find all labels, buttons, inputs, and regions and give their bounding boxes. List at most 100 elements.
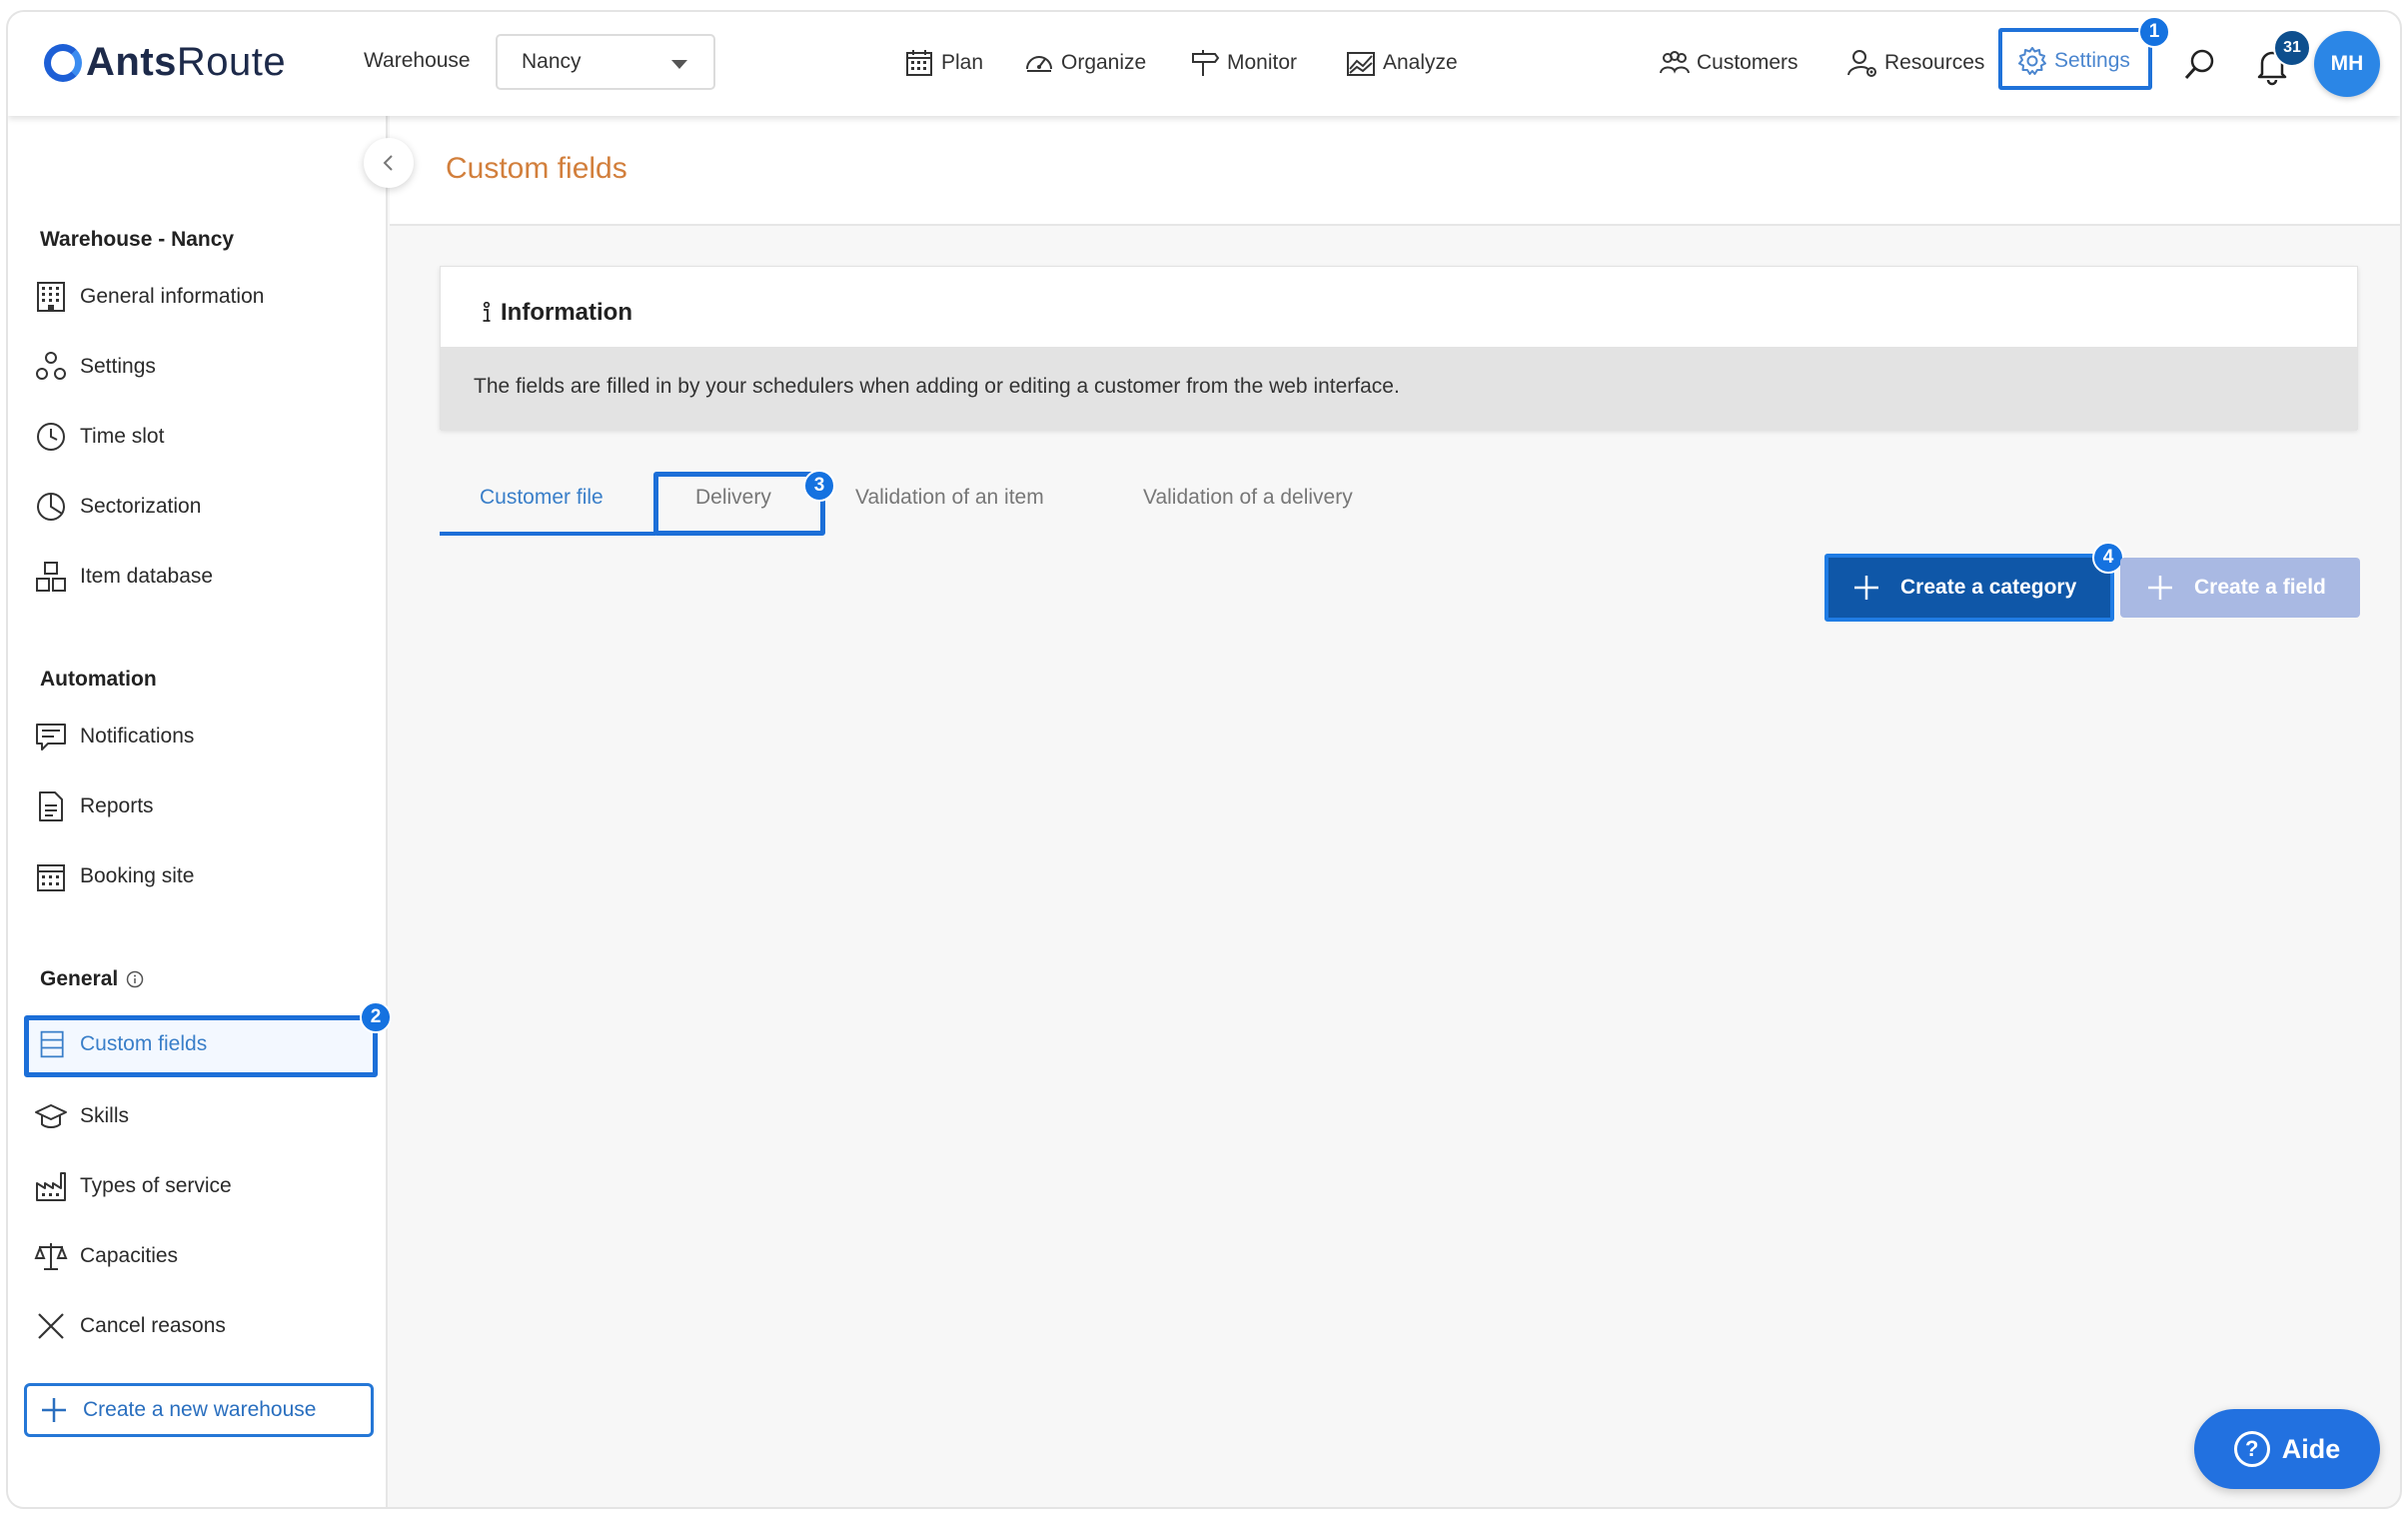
sidebar-item-label: Skills bbox=[80, 1104, 130, 1127]
sidebar-item-skills[interactable]: Skills bbox=[34, 1099, 129, 1133]
sidebar-item-label: Types of service bbox=[80, 1174, 232, 1197]
collapse-sidebar-button[interactable] bbox=[364, 138, 414, 188]
app-window: AntsRoute Warehouse Nancy Plan Organize … bbox=[6, 10, 2402, 1509]
logo-text-bold: Ants bbox=[86, 40, 177, 84]
search-icon bbox=[2184, 49, 2214, 80]
nav-resources[interactable]: Resources bbox=[1846, 47, 1984, 79]
signpost-icon bbox=[1192, 50, 1220, 76]
sidebar-item-settings[interactable]: Settings bbox=[34, 350, 156, 384]
sidebar-item-types-of-service[interactable]: Types of service bbox=[34, 1169, 232, 1203]
warehouse-select-value: Nancy bbox=[522, 50, 582, 73]
logo-text-rest: Route bbox=[176, 40, 287, 84]
sidebar-item-label: Sectorization bbox=[80, 495, 202, 518]
sidebar-item-booking-site[interactable]: Booking site bbox=[34, 859, 194, 893]
sidebar-item-capacities[interactable]: Capacities bbox=[34, 1239, 178, 1273]
help-button-label: Aide bbox=[2281, 1433, 2341, 1464]
tab-validation-of-an-item[interactable]: Validation of an item bbox=[855, 486, 1044, 510]
tab-customer-file[interactable]: Customer file bbox=[480, 486, 603, 510]
nav-monitor-label: Monitor bbox=[1227, 51, 1298, 74]
tab-validation-of-a-delivery[interactable]: Validation of a delivery bbox=[1143, 486, 1353, 510]
sidebar-section-general: General bbox=[40, 967, 144, 991]
sidebar-item-time-slot[interactable]: Time slot bbox=[34, 420, 164, 454]
info-circle-icon[interactable] bbox=[126, 970, 144, 988]
nav-settings-label: Settings bbox=[2054, 49, 2130, 72]
sidebar-item-cancel-reasons[interactable]: Cancel reasons bbox=[34, 1309, 226, 1343]
create-new-warehouse-label: Create a new warehouse bbox=[83, 1398, 317, 1421]
factory-icon bbox=[36, 1172, 66, 1201]
logo-icon bbox=[44, 43, 82, 82]
sidebar-item-notifications[interactable]: Notifications bbox=[34, 720, 194, 754]
nav-settings[interactable]: Settings bbox=[2016, 45, 2130, 77]
warehouse-select[interactable]: Nancy bbox=[496, 34, 715, 90]
users-icon bbox=[1660, 51, 1690, 74]
sidebar-item-item-database[interactable]: Item database bbox=[34, 560, 213, 594]
page-header: Custom fields bbox=[390, 116, 2400, 226]
nav-resources-label: Resources bbox=[1884, 51, 1985, 74]
top-navigation-bar: AntsRoute Warehouse Nancy Plan Organize … bbox=[8, 12, 2400, 116]
sidebar-item-label: General information bbox=[80, 285, 265, 308]
nav-organize[interactable]: Organize bbox=[1023, 47, 1146, 79]
antsroute-logo[interactable]: AntsRoute bbox=[44, 40, 286, 85]
information-heading: Information bbox=[481, 299, 632, 327]
nav-plan[interactable]: Plan bbox=[903, 47, 983, 79]
pie-chart-icon bbox=[37, 493, 65, 521]
create-category-label: Create a category bbox=[1900, 576, 2077, 599]
help-button[interactable]: ? Aide bbox=[2194, 1409, 2380, 1489]
table-rows-icon bbox=[40, 1030, 64, 1058]
sidebar-item-label: Reports bbox=[80, 794, 154, 817]
nav-customers-label: Customers bbox=[1697, 51, 1799, 74]
chevron-left-icon bbox=[383, 155, 393, 171]
sidebar-item-label: Booking site bbox=[80, 864, 195, 887]
sidebar-item-label: Cancel reasons bbox=[80, 1314, 226, 1337]
page-title: Custom fields bbox=[446, 152, 627, 185]
step-badge-3: 3 bbox=[803, 470, 835, 502]
building-icon bbox=[37, 282, 65, 312]
clock-icon bbox=[37, 423, 65, 451]
document-icon bbox=[39, 791, 63, 821]
gears-icon bbox=[36, 352, 66, 380]
sidebar-item-label: Custom fields bbox=[80, 1032, 208, 1055]
sidebar-item-label: Time slot bbox=[80, 425, 165, 448]
information-text: The fields are filled in by your schedul… bbox=[441, 347, 2357, 431]
info-icon bbox=[483, 302, 491, 322]
gear-icon bbox=[2018, 47, 2046, 75]
sidebar-item-reports[interactable]: Reports bbox=[34, 789, 154, 823]
nav-organize-label: Organize bbox=[1061, 51, 1147, 74]
information-card: Information The fields are filled in by … bbox=[440, 266, 2358, 431]
close-icon bbox=[38, 1313, 64, 1339]
sidebar-item-custom-fields[interactable]: Custom fields bbox=[38, 1029, 207, 1059]
nav-monitor[interactable]: Monitor bbox=[1189, 47, 1297, 79]
scale-icon bbox=[34, 1243, 68, 1270]
notification-count-badge: 31 bbox=[2273, 29, 2311, 67]
sidebar-item-label: Item database bbox=[80, 565, 214, 588]
create-field-button[interactable]: Create a field bbox=[2120, 558, 2360, 618]
step-badge-2: 2 bbox=[360, 1001, 392, 1033]
nav-settings-highlight[interactable]: Settings bbox=[1998, 28, 2152, 90]
user-gear-icon bbox=[1847, 50, 1876, 77]
sidebar-section-warehouse: Warehouse - Nancy bbox=[40, 228, 235, 251]
plus-icon bbox=[2148, 576, 2172, 600]
tab-delivery[interactable]: Delivery bbox=[695, 486, 771, 510]
chevron-down-icon bbox=[671, 60, 687, 69]
warehouse-label: Warehouse bbox=[364, 49, 471, 72]
nav-analyze-label: Analyze bbox=[1383, 51, 1458, 74]
create-new-warehouse-button[interactable]: Create a new warehouse bbox=[24, 1383, 374, 1437]
sidebar-item-label: Settings bbox=[80, 355, 156, 378]
user-avatar[interactable]: MH bbox=[2314, 31, 2380, 97]
question-circle-icon: ? bbox=[2233, 1431, 2270, 1467]
sidebar-item-general-information[interactable]: General information bbox=[34, 280, 264, 314]
graduation-cap-icon bbox=[35, 1104, 67, 1128]
nav-analyze[interactable]: Analyze bbox=[1345, 47, 1458, 79]
create-field-label: Create a field bbox=[2194, 576, 2326, 599]
nav-customers[interactable]: Customers bbox=[1659, 47, 1799, 79]
search-button[interactable] bbox=[2182, 46, 2218, 87]
settings-sidebar: Warehouse - Nancy General information Se… bbox=[8, 116, 388, 1507]
step-badge-1: 1 bbox=[2138, 16, 2170, 48]
create-category-button[interactable]: Create a category bbox=[1824, 554, 2114, 622]
chart-line-icon bbox=[1347, 52, 1375, 76]
nav-plan-label: Plan bbox=[941, 51, 984, 74]
sidebar-item-label: Capacities bbox=[80, 1244, 179, 1267]
message-icon bbox=[36, 724, 66, 751]
sidebar-item-sectorization[interactable]: Sectorization bbox=[34, 490, 201, 524]
sidebar-item-label: Notifications bbox=[80, 725, 195, 748]
